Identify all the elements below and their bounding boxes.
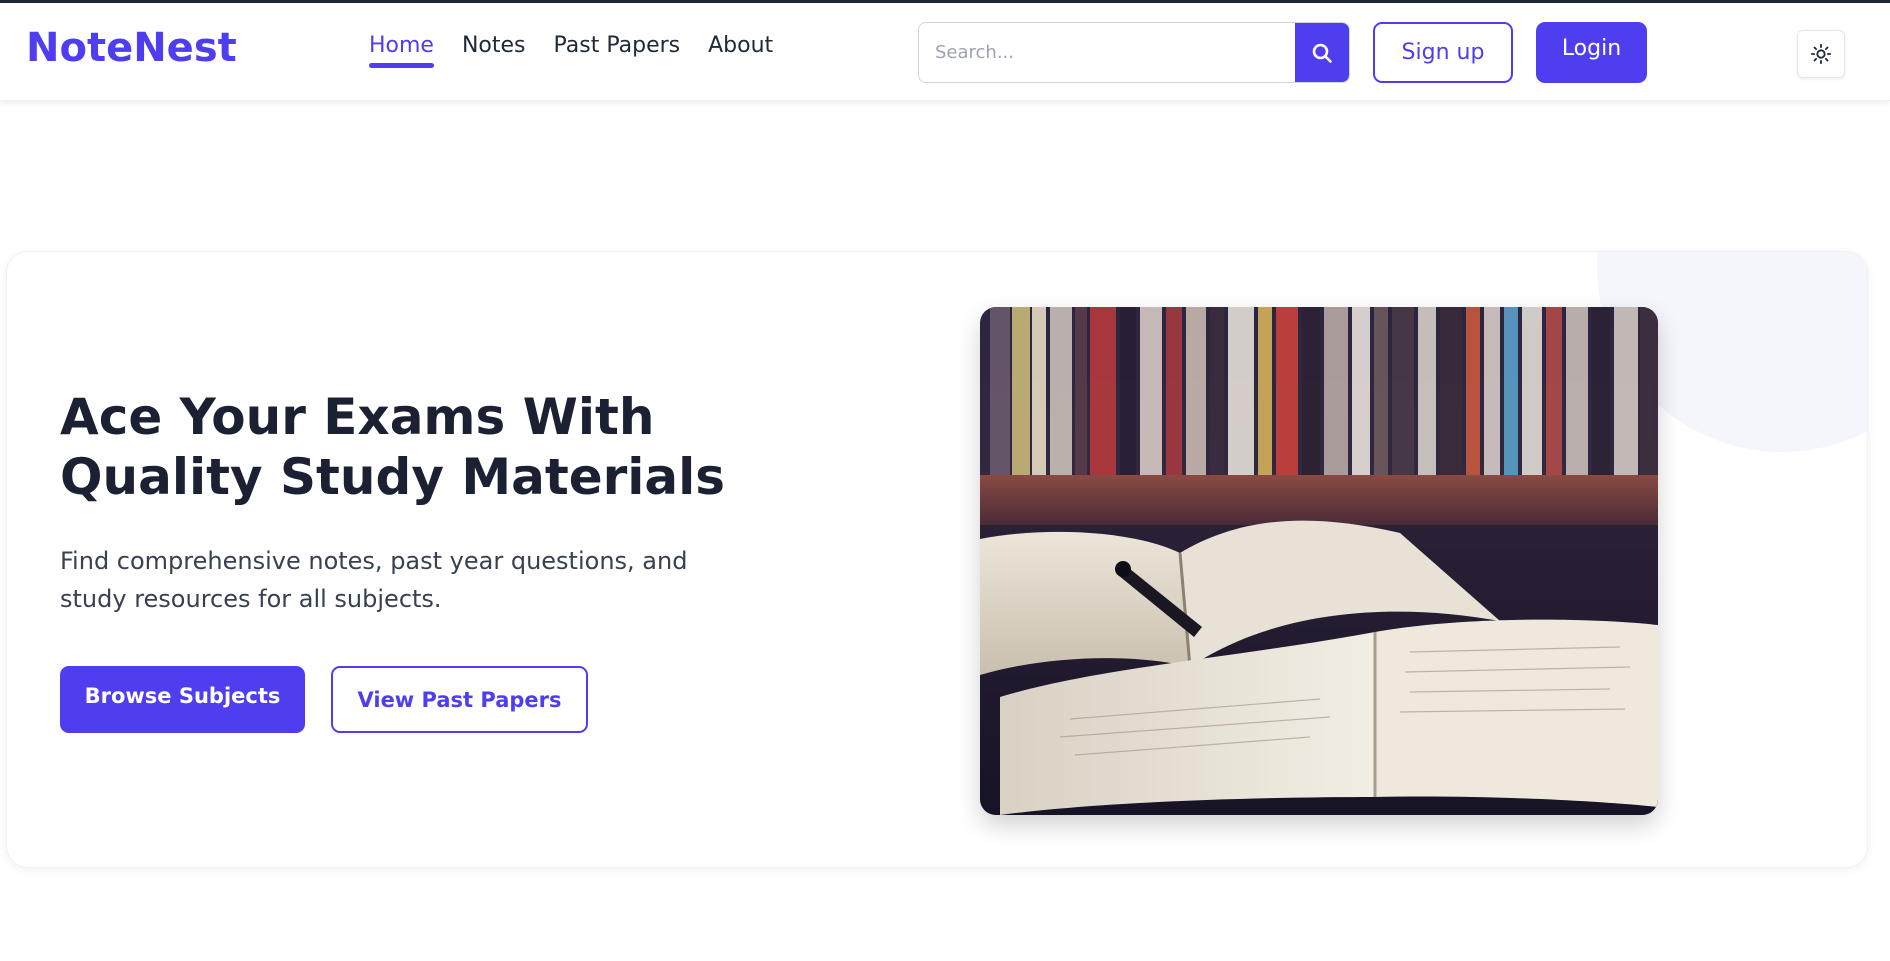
hero-image xyxy=(980,307,1658,815)
theme-toggle-button[interactable] xyxy=(1797,30,1845,78)
view-past-papers-button[interactable]: View Past Papers xyxy=(331,666,588,733)
sun-icon xyxy=(1810,43,1832,65)
signup-button[interactable]: Sign up xyxy=(1373,22,1513,83)
search-icon xyxy=(1312,43,1332,63)
nav-link-home[interactable]: Home xyxy=(369,33,434,68)
books-illustration xyxy=(980,307,1658,815)
nav-link-past-papers[interactable]: Past Papers xyxy=(554,33,681,68)
nav-link-notes[interactable]: Notes xyxy=(462,33,526,68)
browse-subjects-button[interactable]: Browse Subjects xyxy=(60,666,305,733)
navbar: NoteNest Home Notes Past Papers About Si… xyxy=(0,3,1890,101)
hero-subtitle: Find comprehensive notes, past year ques… xyxy=(60,547,688,613)
main-nav: Home Notes Past Papers About xyxy=(369,33,773,68)
login-button[interactable]: Login xyxy=(1536,22,1647,83)
brand-logo[interactable]: NoteNest xyxy=(26,25,237,71)
hero-section: Ace Your Exams With Quality Study Materi… xyxy=(6,251,1868,868)
nav-link-about[interactable]: About xyxy=(708,33,773,68)
search-button[interactable] xyxy=(1295,23,1349,82)
search-input[interactable] xyxy=(919,23,1295,82)
search-bar xyxy=(918,22,1350,83)
hero-title: Ace Your Exams With Quality Study Materi… xyxy=(60,388,726,506)
